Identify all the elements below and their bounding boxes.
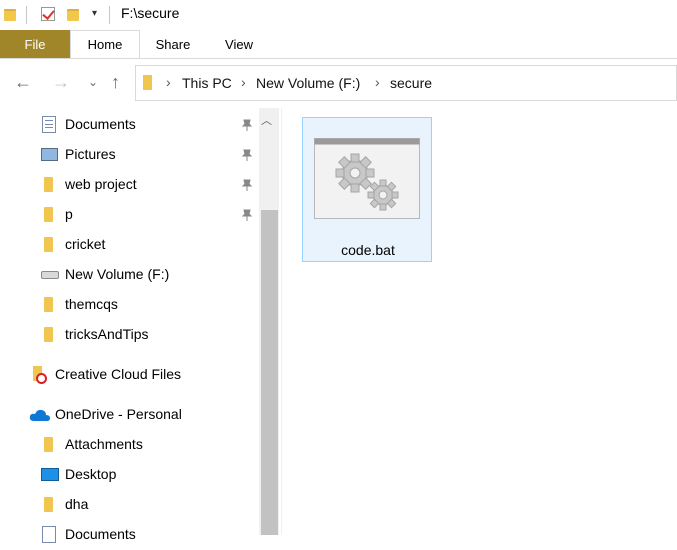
batch-file-icon [314, 138, 420, 219]
nav-item-label: New Volume (F:) [65, 266, 170, 282]
recent-locations-chevron-icon[interactable]: ⌄ [88, 75, 98, 89]
divider [26, 6, 27, 24]
folder-icon [44, 437, 53, 452]
tab-share[interactable]: Share [140, 30, 206, 58]
navigation-pane: Documents Pictures web project p cricket… [0, 108, 281, 543]
documents-icon [42, 116, 56, 133]
folder-icon [44, 237, 53, 252]
chevron-right-icon[interactable]: › [241, 74, 246, 90]
nav-item-p[interactable]: p [0, 200, 258, 230]
desktop-icon [41, 468, 59, 481]
nav-item-new-volume[interactable]: New Volume (F:) [0, 260, 258, 290]
quick-access-dropdown-icon[interactable]: ▾ [92, 8, 97, 19]
nav-item-label: web project [65, 176, 137, 192]
address-bar[interactable]: › This PC › New Volume (F:) › secure [135, 65, 677, 101]
up-arrow-icon[interactable]: ↑ [111, 72, 120, 93]
file-name: code.bat [341, 242, 395, 258]
nav-item-pictures[interactable]: Pictures [0, 140, 258, 170]
nav-item-themcqs[interactable]: themcqs [0, 290, 258, 320]
folder-icon [44, 177, 53, 192]
folder-icon [4, 9, 16, 21]
pictures-icon [41, 148, 58, 161]
nav-item-web-project[interactable]: web project [0, 170, 258, 200]
pane-divider[interactable] [281, 108, 282, 535]
nav-item-label: Attachments [65, 436, 143, 452]
nav-item-label: dha [65, 496, 89, 512]
ribbon-tabs: File Home Share View [0, 30, 677, 59]
nav-item-desktop[interactable]: Desktop [0, 460, 258, 490]
nav-item-label: Documents [65, 526, 136, 542]
divider [109, 6, 110, 24]
pin-icon[interactable] [240, 118, 254, 132]
tab-file[interactable]: File [0, 30, 70, 58]
pin-icon[interactable] [240, 148, 254, 162]
tab-home[interactable]: Home [70, 30, 140, 58]
nav-item-label: Creative Cloud Files [55, 366, 182, 382]
title-bar: ▾ F:\secure [0, 0, 677, 30]
nav-item-tricksandtips[interactable]: tricksAndTips [0, 320, 258, 350]
onedrive-icon [29, 409, 50, 421]
nav-item-creative-cloud-files[interactable]: Creative Cloud Files [0, 360, 258, 390]
nav-item-label: Pictures [65, 146, 116, 162]
back-arrow-icon[interactable]: ← [14, 72, 32, 93]
scroll-up-chevron-icon[interactable]: ︿ [261, 112, 272, 128]
nav-item-label: p [65, 206, 73, 222]
folder-icon [44, 297, 53, 312]
folder-icon [44, 327, 53, 342]
window-title: F:\secure [121, 5, 180, 21]
nav-item-onedrive[interactable]: OneDrive - Personal [0, 400, 258, 430]
chevron-right-icon[interactable]: › [375, 74, 380, 90]
creative-cloud-icon [32, 366, 48, 384]
nav-item-documents-onedrive[interactable]: Documents [0, 520, 258, 550]
breadcrumb-secure[interactable]: secure [390, 75, 432, 91]
new-folder-icon[interactable] [67, 9, 79, 21]
breadcrumb-new-volume[interactable]: New Volume (F:) [256, 75, 360, 91]
nav-item-label: themcqs [65, 296, 118, 312]
nav-item-label: OneDrive - Personal [55, 406, 182, 422]
breadcrumb-this-pc[interactable]: This PC [182, 75, 232, 91]
file-item[interactable]: code.bat [302, 117, 432, 262]
nav-item-label: Documents [65, 116, 136, 132]
nav-item-cricket[interactable]: cricket [0, 230, 258, 260]
nav-item-label: cricket [65, 236, 106, 252]
chevron-right-icon[interactable]: › [166, 74, 171, 90]
tab-view[interactable]: View [206, 30, 272, 58]
pin-icon[interactable] [240, 178, 254, 192]
nav-item-label: Desktop [65, 466, 117, 482]
folder-icon [44, 207, 53, 222]
folder-icon [44, 497, 53, 512]
nav-item-documents[interactable]: Documents [0, 110, 258, 140]
properties-check-icon[interactable] [41, 7, 55, 21]
drive-icon [41, 271, 59, 279]
pin-icon[interactable] [240, 208, 254, 222]
nav-item-dha[interactable]: dha [0, 490, 258, 520]
forward-arrow-icon[interactable]: → [52, 72, 70, 93]
scrollbar-thumb[interactable] [261, 210, 278, 535]
nav-item-label: tricksAndTips [65, 326, 149, 342]
nav-item-attachments[interactable]: Attachments [0, 430, 258, 460]
folder-icon [143, 75, 152, 90]
